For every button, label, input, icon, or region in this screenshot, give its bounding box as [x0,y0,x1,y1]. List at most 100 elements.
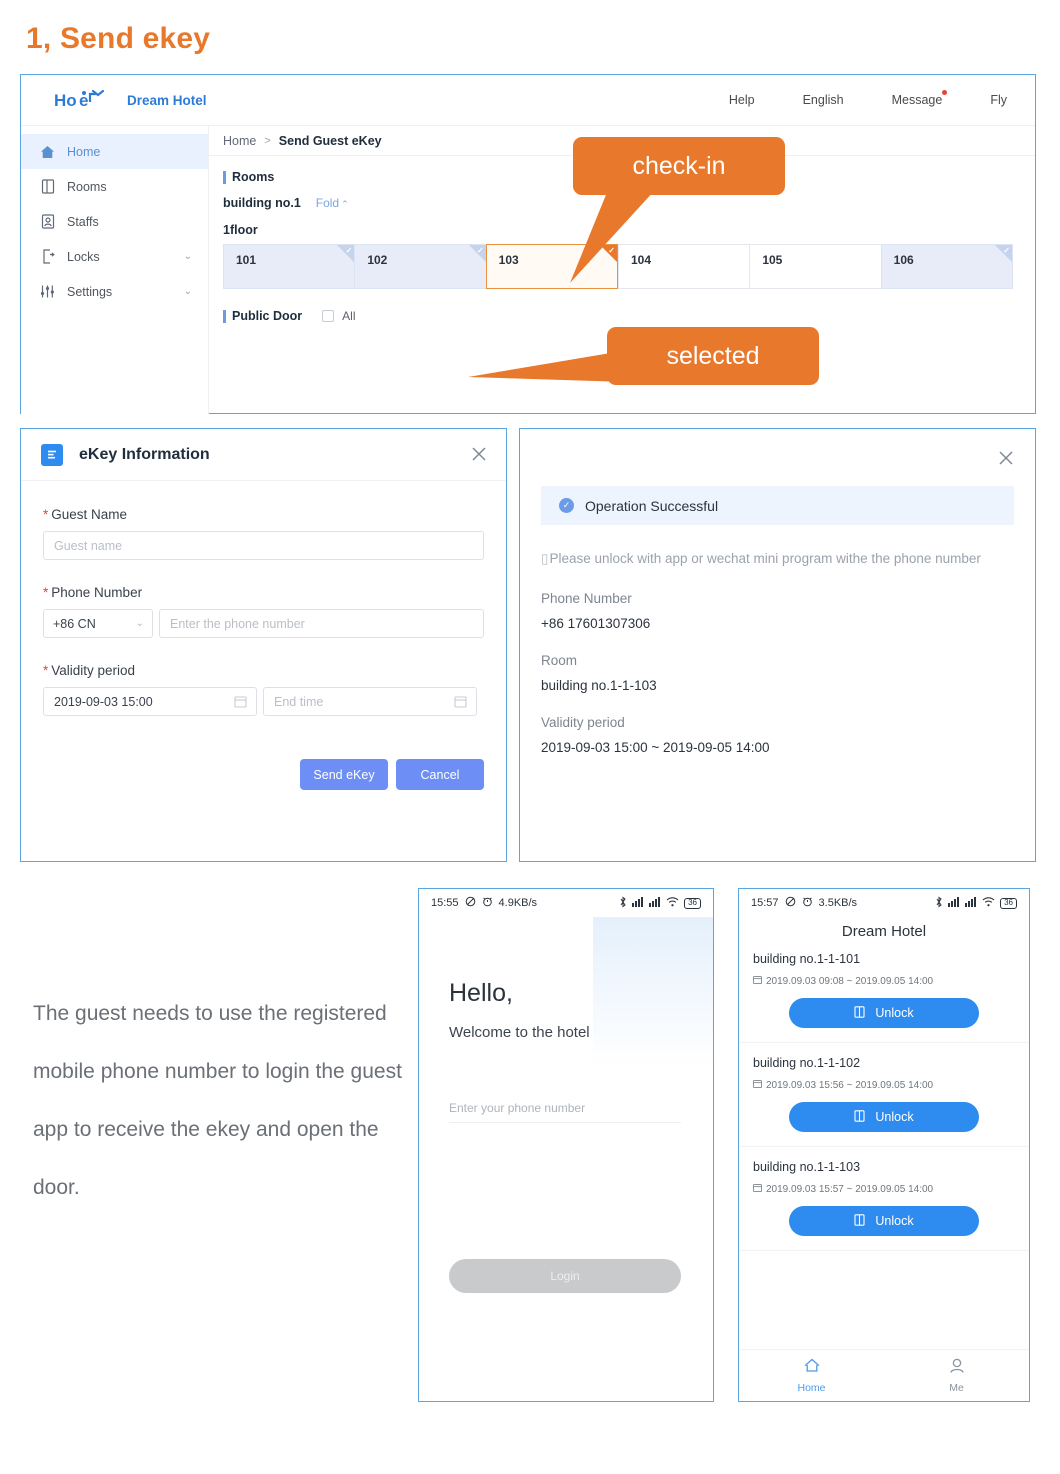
tab-home[interactable]: Home [739,1350,884,1401]
description-text: The guest needs to use the registered mo… [33,1002,402,1199]
room-number: 103 [498,253,519,267]
cancel-button[interactable]: Cancel [396,759,484,790]
nav-help[interactable]: Help [729,93,755,107]
door-icon [854,1213,865,1229]
public-door-row: Public Door All [223,309,1013,323]
send-ekey-button[interactable]: Send eKey [300,759,388,790]
room-number: 106 [893,253,914,267]
validity-info-value: 2019-09-03 15:00 ~ 2019-09-05 14:00 [541,740,770,756]
room-card-106[interactable]: 106 ✓ [880,244,1013,289]
network-speed: 3.5KB/s [818,897,858,909]
nav-english[interactable]: English [803,93,844,107]
end-time-input[interactable]: End time [263,687,477,716]
sidebar-label-staffs: Staffs [67,214,99,229]
alarm-icon [482,896,493,910]
sidebar-item-settings[interactable]: Settings ⌄ [21,274,208,309]
room-card-101[interactable]: 101 ✓ [223,244,355,289]
close-icon[interactable] [997,449,1015,467]
sidebar-item-locks[interactable]: Locks ⌄ [21,239,208,274]
guest-name-label-text: Guest Name [51,507,128,522]
sidebar-item-rooms[interactable]: Rooms [21,169,208,204]
required-mark: * [43,663,49,678]
chevron-down-icon: ⌄ [183,251,192,262]
status-right: 36 [619,896,701,911]
check-mark-icon: ✓ [1003,246,1010,255]
public-door-all-checkbox[interactable] [322,310,335,322]
fold-link[interactable]: Fold ⌃ [316,196,349,210]
list-item: building no.1-1-102 2019.09.03 15:56 ~ 2… [739,1056,1029,1147]
tab-me[interactable]: Me [884,1350,1029,1401]
page-title: 1, Send ekey [26,22,211,55]
key-validity-text: 2019.09.03 15:57 ~ 2019.09.05 14:00 [766,1183,934,1195]
chevron-up-icon: ⌃ [341,199,349,209]
sidebar-label-locks: Locks [67,249,100,264]
phone-number-input[interactable]: Enter the phone number [159,609,484,638]
start-time-input[interactable]: 2019-09-03 15:00 [43,687,257,716]
login-button[interactable]: Login [449,1259,681,1293]
bottom-tab-bar: Home Me [739,1349,1029,1401]
room-card-105[interactable]: 105 [749,244,881,289]
room-info-label: Room [541,653,578,669]
callout-checkin-tail [570,185,655,283]
fold-label: Fold [315,196,340,210]
check-mark-icon: ✓ [476,246,484,255]
calendar-icon [753,975,762,987]
breadcrumb-home[interactable]: Home [223,134,256,148]
phone-icon: ▯ [541,551,549,566]
lock-icon [39,249,56,265]
key-room-name: building no.1-1-103 [753,1160,861,1174]
room-number: 105 [762,253,783,267]
unlock-button[interactable]: Unlock [789,1206,979,1236]
guest-name-input[interactable]: Guest name [43,531,484,560]
check-mark-icon: ✓ [345,246,353,255]
app-title: Dream Hotel [841,923,927,940]
room-number: 102 [367,253,388,267]
key-validity-text: 2019.09.03 15:56 ~ 2019.09.05 14:00 [766,1079,934,1091]
nav-fly[interactable]: Fly [990,93,1007,107]
callout-check-in: check-in [573,137,785,195]
sidebar-item-home[interactable]: Home [21,134,208,169]
list-item: building no.1-1-103 2019.09.03 15:57 ~ 2… [739,1160,1029,1251]
sidebar-label-rooms: Rooms [67,179,107,194]
phone-mockup-keys: 15:57 3.5KB/s 36 Dream Hotel building no… [738,888,1030,1402]
mute-icon [785,896,796,910]
brand-logo[interactable]: Ho e Dream Hotel [54,88,207,112]
key-room-name: building no.1-1-101 [753,952,861,966]
alarm-icon [802,896,813,910]
start-time-value: 2019-09-03 15:00 [54,694,153,709]
signal-icon-2 [965,896,977,910]
signal-icon-1 [632,896,644,910]
validity-field-group: * Validity period 2019-09-03 15:00 End ti… [43,663,484,716]
dialog-actions: Send eKey Cancel [43,759,484,790]
phone-info-label: Phone Number [541,591,632,607]
app-header: Ho e Dream Hotel Help English Message Fl… [21,75,1035,126]
room-card-102[interactable]: 102 ✓ [354,244,486,289]
wifi-icon [982,896,995,910]
unlock-label: Unlock [875,1214,914,1228]
network-speed: 4.9KB/s [498,897,538,909]
svg-text:Ho: Ho [54,91,77,110]
calendar-icon [234,695,247,711]
unlock-label: Unlock [875,1006,914,1020]
mute-icon [465,896,476,910]
bluetooth-icon [935,896,943,911]
country-code-select[interactable]: +86 CN ⌄ [43,609,153,638]
key-validity: 2019.09.03 09:08 ~ 2019.09.05 14:00 [753,975,1015,987]
success-alert: ✓ Operation Successful [541,486,1014,525]
door-icon [854,1109,865,1125]
nav-message[interactable]: Message [892,90,948,107]
hello-heading: Hello, [449,979,513,1007]
bluetooth-icon [619,896,627,911]
unlock-button[interactable]: Unlock [789,1102,979,1132]
sliders-icon [39,284,56,300]
phone-number-input[interactable]: Enter your phone number [449,1101,681,1123]
tab-home-label: Home [797,1381,826,1394]
close-icon[interactable] [470,445,488,463]
door-icon [39,179,56,195]
tab-me-label: Me [949,1381,964,1394]
sidebar-item-staffs[interactable]: Staffs [21,204,208,239]
check-circle-icon: ✓ [559,498,574,513]
brand-name: Dream Hotel [127,92,207,108]
unlock-button[interactable]: Unlock [789,998,979,1028]
battery-icon: 36 [684,897,701,909]
